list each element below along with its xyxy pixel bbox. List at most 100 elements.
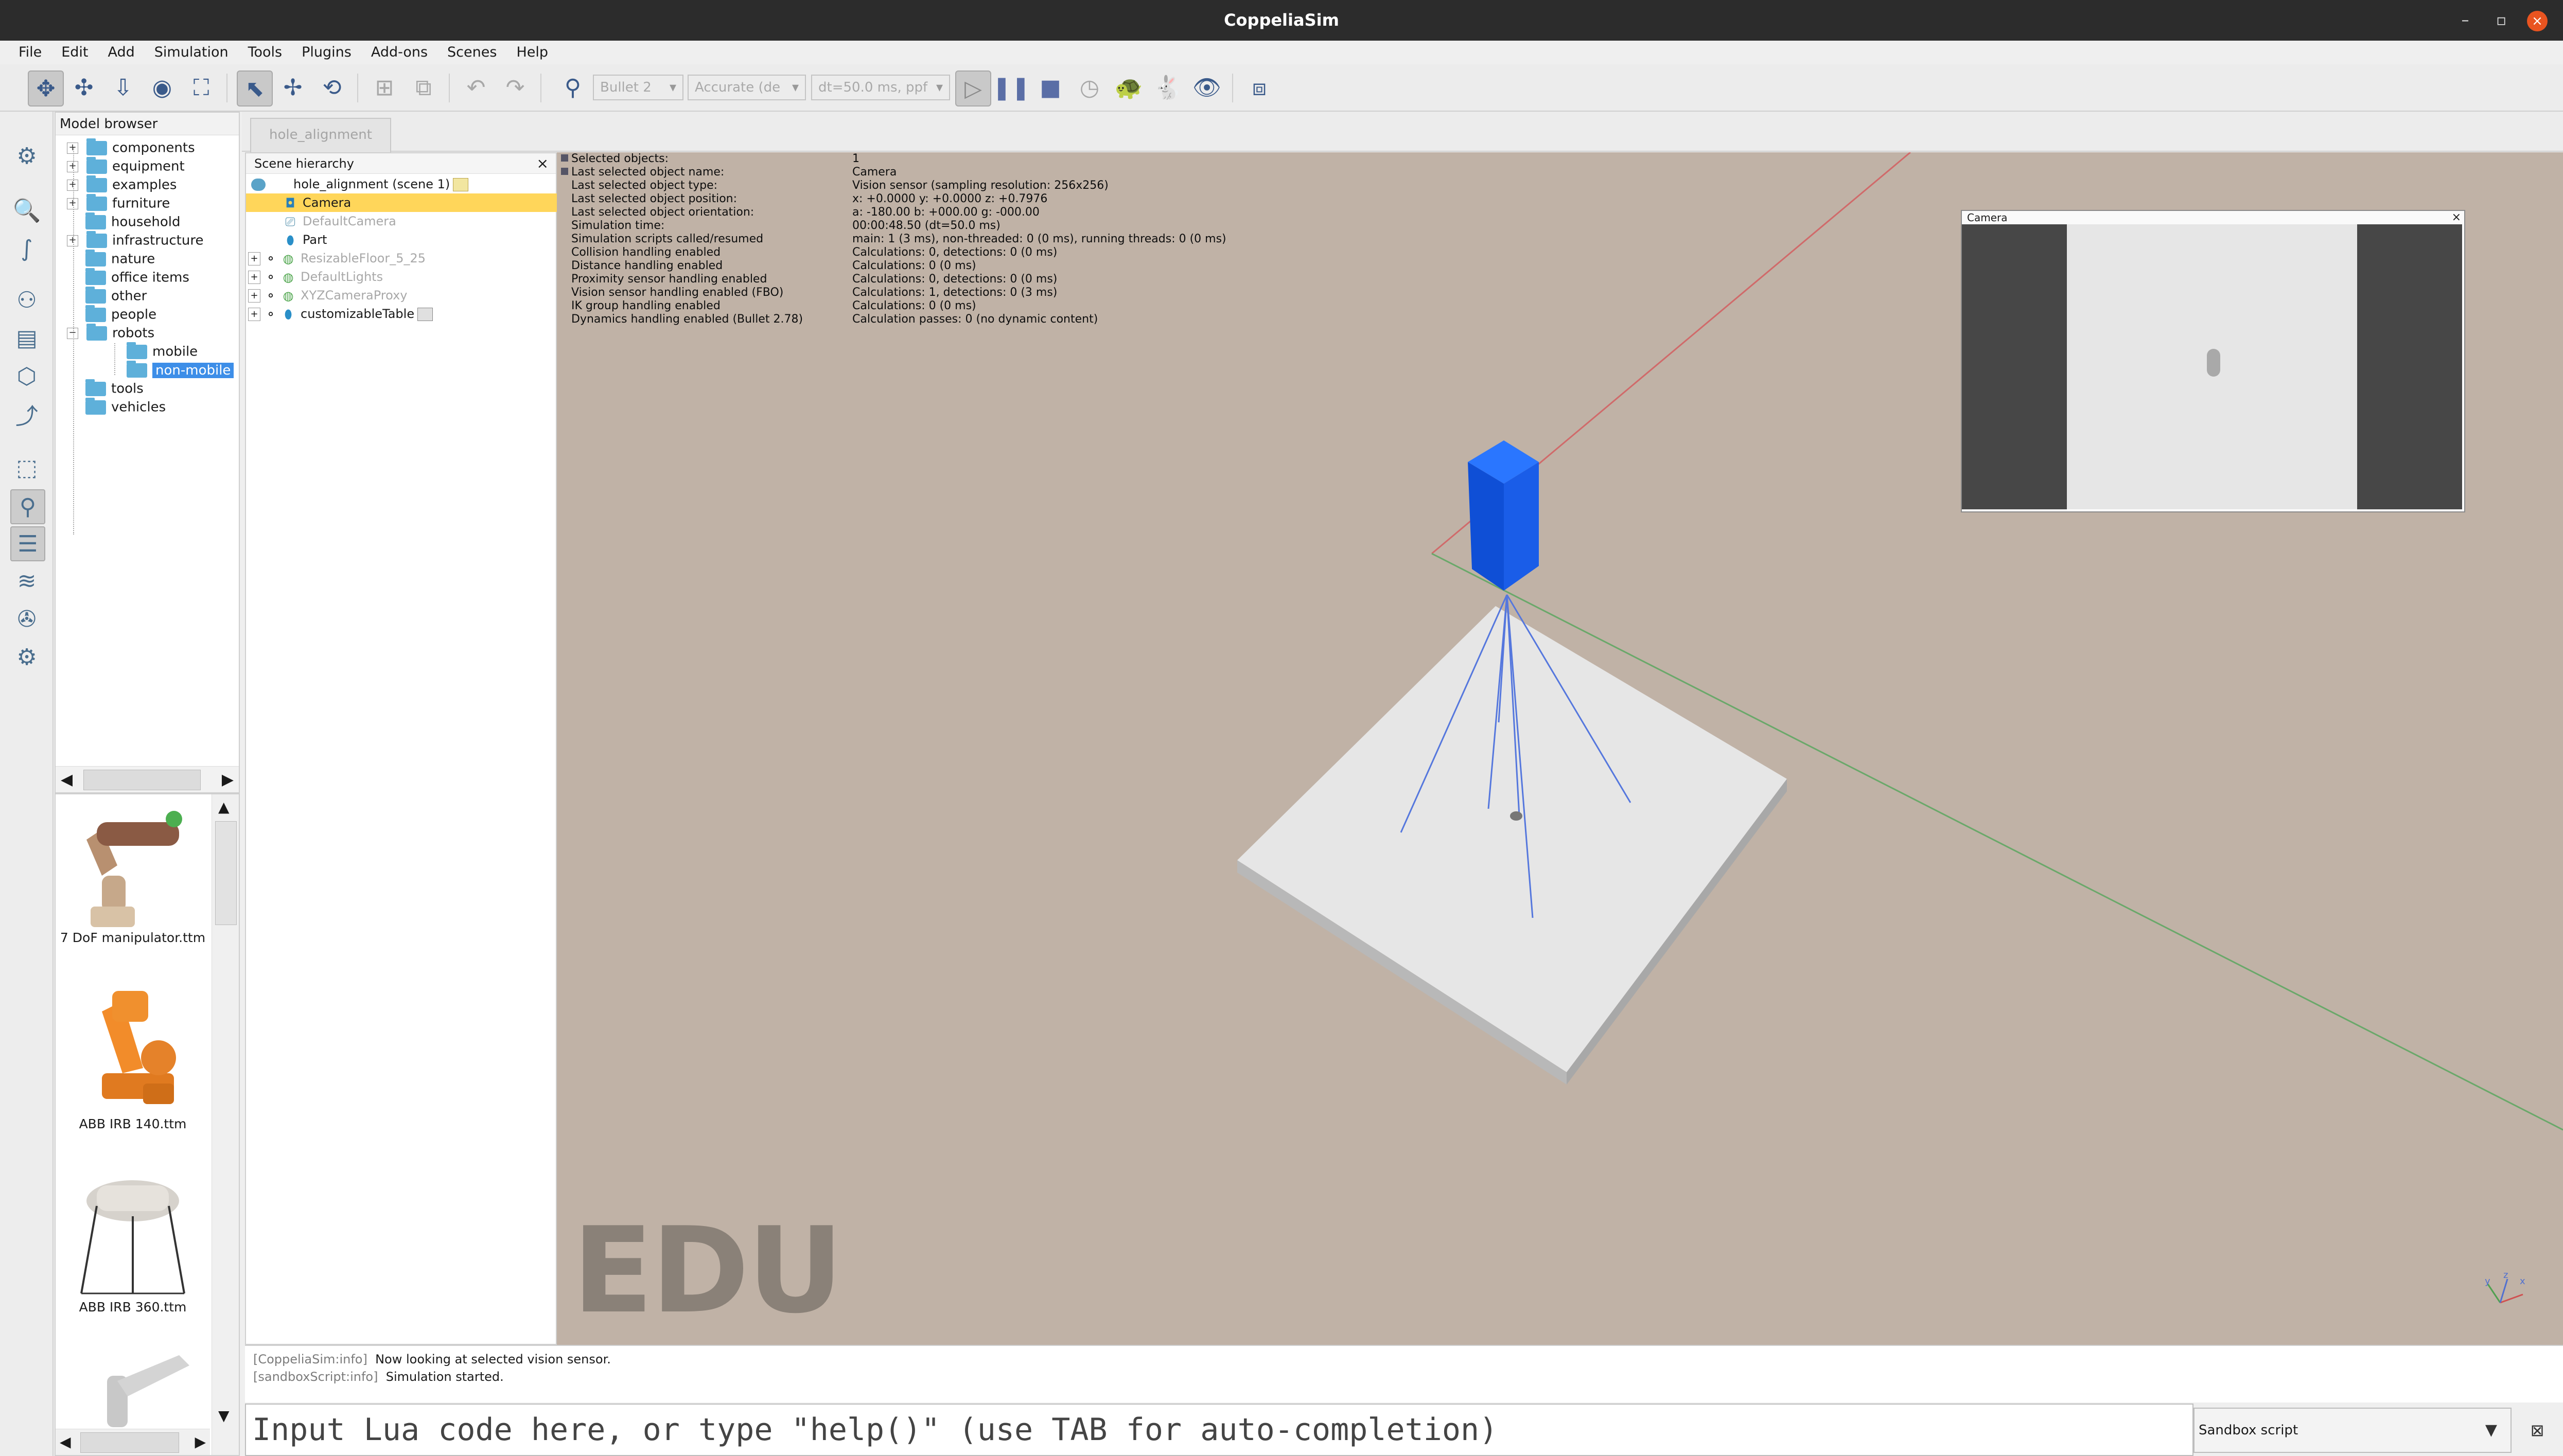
- scroll-right-icon[interactable]: ▶: [222, 771, 234, 789]
- user-settings-button[interactable]: ⚙: [10, 641, 43, 673]
- scroll-left-icon[interactable]: ◀: [61, 771, 73, 789]
- close-icon[interactable]: ×: [537, 153, 549, 174]
- speed-up-button[interactable]: 🐇: [1151, 70, 1185, 104]
- shape-edit-button[interactable]: ⬡: [10, 360, 43, 393]
- info-toggle-icon[interactable]: [561, 154, 568, 162]
- scroll-left-icon[interactable]: ◀: [60, 1433, 71, 1450]
- thumbnails-vscrollbar[interactable]: ▲ ▼: [212, 794, 239, 1455]
- object-rotate-button[interactable]: ⟲: [315, 70, 349, 104]
- stop-button[interactable]: ■: [1033, 70, 1067, 104]
- model-folder-people[interactable]: people: [85, 305, 156, 324]
- scene-viewport[interactable]: Selected objects: 1 Last selected object …: [557, 152, 2563, 1345]
- expand-icon[interactable]: +: [248, 271, 260, 284]
- model-folder-non-mobile[interactable]: non-mobile: [127, 360, 234, 379]
- model-folder-vehicles[interactable]: vehicles: [85, 397, 166, 416]
- math-button[interactable]: ∫: [10, 232, 43, 265]
- expand-icon[interactable]: +: [67, 235, 78, 246]
- status-console[interactable]: [CoppeliaSim:info] Now looking at select…: [245, 1345, 2563, 1402]
- play-button[interactable]: ▷: [955, 70, 991, 106]
- hierarchy-item-defaultlights[interactable]: + ⚬ ◍ DefaultLights: [246, 268, 558, 286]
- model-folder-furniture[interactable]: + furniture: [67, 193, 170, 212]
- model-folder-office-items[interactable]: office items: [85, 268, 189, 287]
- menu-plugins[interactable]: Plugins: [292, 41, 361, 64]
- camera-pan-button[interactable]: ✥: [28, 70, 64, 106]
- hierarchy-item-resizablefloor[interactable]: + ⚬ ◍ ResizableFloor_5_25: [246, 249, 558, 268]
- collections-button[interactable]: ⚇: [10, 283, 43, 316]
- scrollbar-thumb[interactable]: [215, 821, 237, 925]
- slow-down-button[interactable]: 🐢: [1112, 70, 1146, 104]
- pause-button[interactable]: ❚❚: [992, 70, 1030, 104]
- page-selector-button[interactable]: ⧈: [1242, 70, 1276, 104]
- model-folder-tools[interactable]: tools: [85, 379, 144, 398]
- expand-icon[interactable]: +: [67, 179, 78, 191]
- redo-button[interactable]: ↷: [498, 70, 532, 104]
- console-close-button[interactable]: ⊠: [2522, 1415, 2553, 1446]
- thumbnail-abb-irb-140[interactable]: [66, 981, 205, 1114]
- thumbnails-hscrollbar[interactable]: ◀ ▶: [56, 1429, 210, 1455]
- model-folder-components[interactable]: + components: [67, 138, 195, 157]
- menu-scenes[interactable]: Scenes: [437, 41, 506, 64]
- model-folder-examples[interactable]: + examples: [67, 175, 177, 194]
- model-browser-toggle[interactable]: ⚲: [10, 489, 45, 524]
- expand-icon[interactable]: +: [67, 198, 78, 209]
- physics-engine-dropdown[interactable]: Bullet 2 ▾: [593, 75, 683, 100]
- assemble-button[interactable]: ⊞: [367, 70, 401, 104]
- undo-button[interactable]: ↶: [459, 70, 493, 104]
- selection-button[interactable]: ⬚: [10, 451, 43, 484]
- timestep-dropdown[interactable]: dt=50.0 ms, ppf ▾: [811, 75, 950, 100]
- menu-tools[interactable]: Tools: [238, 41, 292, 64]
- tab-hole-alignment[interactable]: hole_alignment: [250, 118, 391, 153]
- model-folder-infrastructure[interactable]: + infrastructure: [67, 230, 203, 250]
- thumbnail-7dof-manipulator[interactable]: [66, 798, 205, 932]
- camera-view-window[interactable]: Camera ×: [1961, 210, 2465, 512]
- expand-icon[interactable]: +: [248, 289, 260, 303]
- model-folder-other[interactable]: other: [85, 286, 147, 305]
- hierarchy-item-defaultcamera[interactable]: ⎚ DefaultCamera: [246, 212, 593, 230]
- object-shift-button[interactable]: ✢: [276, 70, 310, 104]
- scroll-down-icon[interactable]: ▼: [218, 1407, 230, 1424]
- hierarchy-item-scene[interactable]: hole_alignment (scene 1): [246, 175, 561, 193]
- customization-script-icon[interactable]: [417, 308, 433, 321]
- hierarchy-item-customizabletable[interactable]: + ⚬ ⬮ customizableTable: [246, 305, 558, 323]
- info-toggle-icon[interactable]: [561, 168, 568, 175]
- transfer-dna-button[interactable]: ⧉: [407, 70, 441, 104]
- menu-help[interactable]: Help: [506, 41, 558, 64]
- path-edit-button[interactable]: ⤴: [10, 398, 43, 431]
- menu-file[interactable]: File: [0, 41, 51, 64]
- menu-simulation[interactable]: Simulation: [145, 41, 238, 64]
- model-folder-equipment[interactable]: + equipment: [67, 156, 185, 175]
- thumbnail-next-robot[interactable]: [66, 1345, 205, 1427]
- close-icon[interactable]: ×: [2452, 211, 2461, 224]
- layers-button[interactable]: ≋: [10, 564, 43, 597]
- click-select-button[interactable]: ⬉: [237, 70, 273, 106]
- close-window-button[interactable]: ×: [2522, 0, 2553, 41]
- camera-angle-button[interactable]: ◉: [145, 70, 179, 104]
- simulation-settings-button[interactable]: ⚙: [10, 139, 43, 172]
- scrollbar-thumb[interactable]: [83, 770, 201, 790]
- lua-command-input[interactable]: Input Lua code here, or type "help()" (u…: [245, 1404, 2193, 1456]
- expand-icon[interactable]: +: [67, 142, 78, 154]
- accuracy-dropdown[interactable]: Accurate (de ▾: [688, 75, 806, 100]
- camera-rotate-button[interactable]: ✣: [67, 70, 101, 104]
- scroll-up-icon[interactable]: ▲: [218, 798, 230, 815]
- thumbnail-abb-irb-360[interactable]: [66, 1165, 205, 1299]
- collapse-icon[interactable]: −: [67, 327, 78, 339]
- script-icon[interactable]: [453, 178, 469, 191]
- camera-window-titlebar[interactable]: Camera ×: [1962, 211, 2464, 224]
- realtime-button[interactable]: ◷: [1073, 70, 1107, 104]
- hierarchy-item-part[interactable]: ⬮ Part: [246, 230, 593, 249]
- model-browser-hscrollbar[interactable]: ◀ ▶: [56, 766, 239, 792]
- properties-button[interactable]: 🔍: [10, 194, 43, 227]
- model-folder-mobile[interactable]: mobile: [127, 342, 198, 361]
- hierarchy-item-xyzcameraproxy[interactable]: + ⚬ ◍ XYZCameraProxy: [246, 286, 558, 305]
- expand-icon[interactable]: +: [67, 161, 78, 172]
- expand-icon[interactable]: +: [248, 252, 260, 265]
- physics-engine-button[interactable]: ⚲: [556, 70, 590, 104]
- expand-icon[interactable]: +: [248, 308, 260, 321]
- video-recorder-button[interactable]: ✇: [10, 602, 43, 635]
- fit-to-view-button[interactable]: ⛶: [184, 70, 218, 104]
- visualization-button[interactable]: 👁: [1190, 70, 1224, 104]
- scrollbar-thumb[interactable]: [80, 1432, 179, 1453]
- scripts-button[interactable]: ▤: [10, 322, 43, 354]
- camera-shift-button[interactable]: ⇩: [106, 70, 140, 104]
